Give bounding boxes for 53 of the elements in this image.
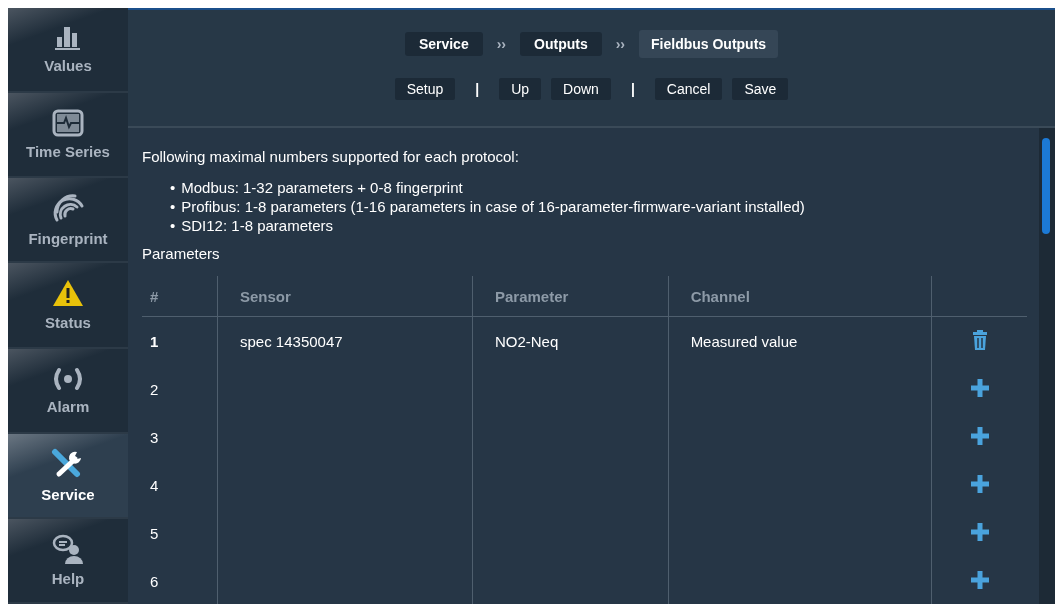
section-title: Parameters <box>142 245 221 262</box>
bar-chart-icon <box>53 25 83 52</box>
breadcrumb-item[interactable]: Service <box>404 32 483 56</box>
protocol-list-item: SDI12: 1-8 parameters <box>181 216 333 235</box>
sidebar-item[interactable]: Status <box>8 263 128 349</box>
table-cell: 6 <box>142 557 218 604</box>
help-chat-icon <box>51 533 85 564</box>
column-header: Parameter <box>472 276 669 317</box>
alarm-signal-icon <box>51 365 85 392</box>
table-cell: 4 <box>142 461 218 509</box>
sidebar-item[interactable]: Alarm <box>8 348 128 434</box>
toolbar-separator: | <box>629 81 636 97</box>
warning-icon <box>51 278 85 309</box>
bullet-marker: • <box>170 197 176 216</box>
plus-icon[interactable] <box>969 377 990 398</box>
plus-icon[interactable] <box>969 521 990 542</box>
plus-icon[interactable] <box>969 569 990 590</box>
breadcrumb-separator: ›› <box>614 36 626 52</box>
protocol-list-item: Modbus: 1-32 parameters + 0-8 fingerprint <box>181 178 463 197</box>
breadcrumb-separator: ›› <box>495 36 508 52</box>
table-cell: Measured value <box>668 316 932 365</box>
table-cell: spec 14350047 <box>217 316 473 365</box>
scrollbar-thumb[interactable] <box>1042 138 1050 234</box>
bullet-marker: • <box>170 216 176 235</box>
breadcrumb-item[interactable]: Outputs <box>520 32 602 56</box>
bullet-marker: • <box>170 178 176 197</box>
column-header: Channel <box>668 276 932 317</box>
toolbar-button[interactable]: Cancel <box>654 78 723 100</box>
table-cell: 2 <box>142 365 218 413</box>
heartbeat-monitor-icon <box>52 109 84 138</box>
toolbar-separator: | <box>474 81 481 97</box>
sidebar-item[interactable]: Fingerprint <box>8 178 128 264</box>
toolbar-button[interactable]: Down <box>551 78 611 100</box>
plus-icon[interactable] <box>969 425 990 446</box>
sidebar-item[interactable]: Values <box>8 8 128 94</box>
column-header: # <box>142 276 218 317</box>
toolbar-button[interactable]: Setup <box>394 78 456 100</box>
breadcrumb-item[interactable]: Fieldbus Outputs <box>639 30 779 58</box>
table-cell: 1 <box>142 316 218 365</box>
plus-icon[interactable] <box>969 473 990 494</box>
table-cell: 5 <box>142 509 218 557</box>
protocol-list-item: Profibus: 1-8 parameters (1-16 parameters in case of 16-parameter-firmware-variant installed) <box>181 197 805 216</box>
sidebar-item[interactable]: Time Series <box>8 93 128 179</box>
sidebar-item[interactable]: Service <box>8 433 128 519</box>
column-header: Sensor <box>217 276 473 317</box>
toolbar-button[interactable]: Save <box>732 78 789 100</box>
table-cell: NO2-Neq <box>472 316 669 365</box>
scrollbar[interactable] <box>1039 128 1055 604</box>
intro-text: Following maximal numbers supported for each protocol: <box>142 148 520 165</box>
table-cell: 3 <box>142 413 218 461</box>
sidebar-item[interactable]: Help <box>8 518 128 604</box>
trash-icon[interactable] <box>971 329 988 350</box>
toolbar-button[interactable]: Up <box>499 78 542 100</box>
